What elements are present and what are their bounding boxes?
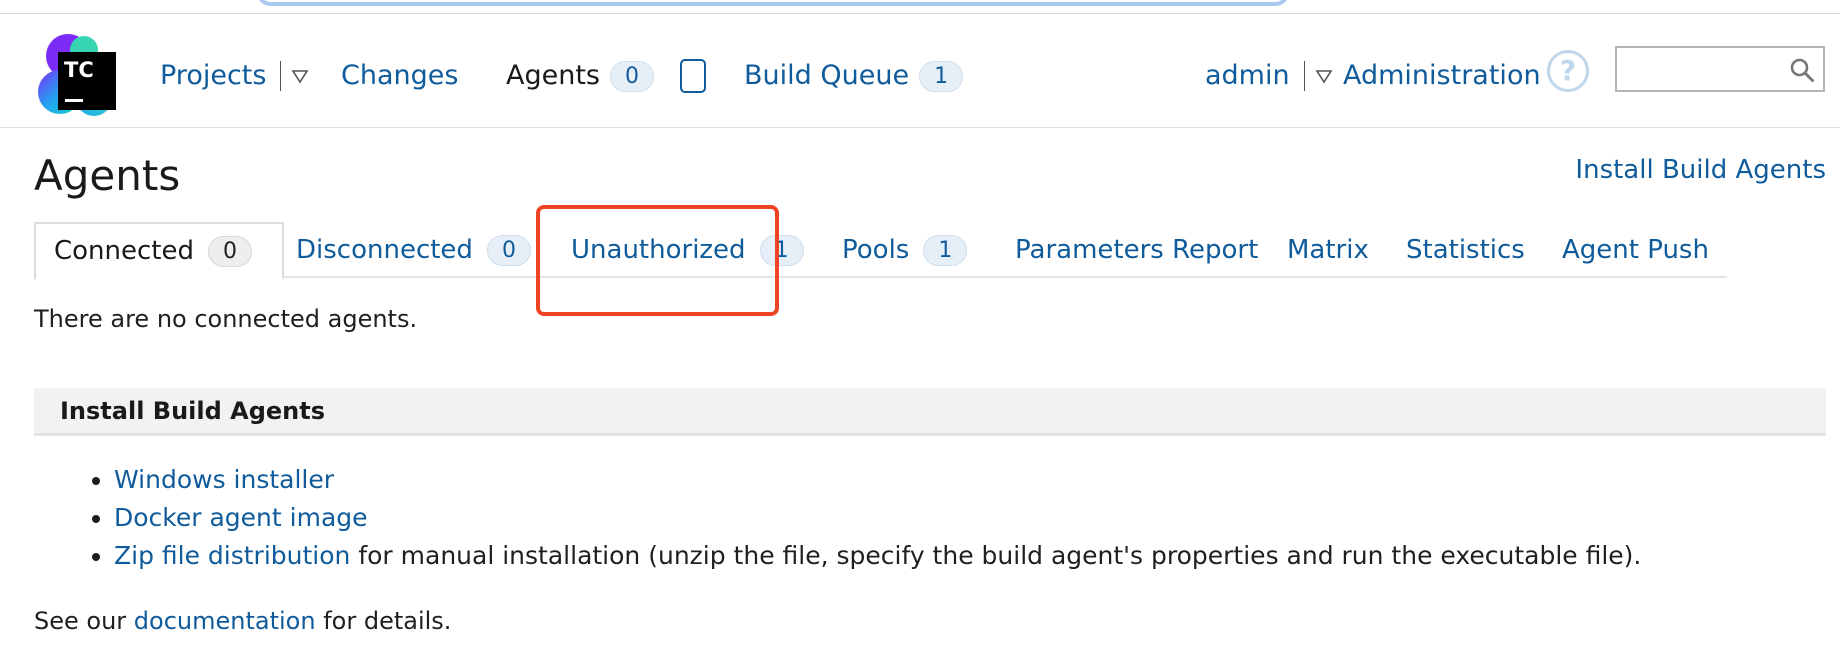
tab-connected[interactable]: Connected 0: [34, 222, 285, 280]
list-item-text: for manual installation (unzip the file,…: [350, 541, 1642, 570]
nav-agents[interactable]: Agents 0: [506, 54, 706, 98]
agents-count-badge: 0: [610, 60, 654, 92]
nav-separator: [1303, 61, 1305, 91]
nav-build-queue-label[interactable]: Build Queue: [744, 54, 909, 98]
top-strip: [0, 0, 1840, 14]
windows-installer-link[interactable]: Windows installer: [114, 465, 334, 494]
search-box[interactable]: [1615, 46, 1825, 92]
list-item: Docker agent image: [114, 499, 1641, 537]
tab-pools-count: 1: [923, 234, 968, 266]
page-title: Agents: [34, 151, 181, 200]
search-input[interactable]: [1623, 50, 1783, 90]
chevron-down-icon[interactable]: [1315, 67, 1333, 85]
tab-pools[interactable]: Pools 1: [842, 222, 968, 278]
search-icon[interactable]: [1789, 57, 1815, 83]
tab-statistics-label[interactable]: Statistics: [1406, 223, 1525, 277]
nav-projects[interactable]: Projects: [160, 54, 309, 98]
tab-agent-push[interactable]: Agent Push: [1562, 222, 1709, 278]
tab-matrix[interactable]: Matrix: [1287, 222, 1369, 278]
nav-agents-label[interactable]: Agents: [506, 54, 600, 98]
help-icon[interactable]: ?: [1547, 50, 1589, 92]
documentation-note: See our documentation for details.: [34, 604, 451, 638]
tab-pools-label[interactable]: Pools: [842, 223, 909, 277]
zip-file-distribution-link[interactable]: Zip file distribution: [114, 541, 350, 570]
install-build-agents-section: Install Build Agents: [34, 388, 1826, 436]
teamcity-logo-icon[interactable]: TC: [38, 30, 122, 124]
chevron-down-icon[interactable]: [291, 67, 309, 85]
svg-text:TC: TC: [64, 58, 94, 82]
install-build-agents-link[interactable]: Install Build Agents: [1575, 152, 1826, 188]
tab-unauthorized-label[interactable]: Unauthorized: [571, 223, 746, 277]
nav-changes-label[interactable]: Changes: [341, 54, 458, 98]
list-item: Zip file distribution for manual install…: [114, 537, 1641, 575]
documentation-link[interactable]: documentation: [134, 607, 316, 635]
footer-suffix: for details.: [315, 607, 452, 635]
tab-connected-label[interactable]: Connected: [54, 224, 194, 278]
nav-build-queue[interactable]: Build Queue 1: [744, 54, 964, 98]
tab-disconnected-count: 0: [486, 234, 531, 266]
tab-disconnected-label[interactable]: Disconnected: [296, 223, 473, 277]
user-menu[interactable]: admin: [1205, 54, 1333, 98]
address-outline: [256, 0, 1290, 6]
install-options-list: Windows installer Docker agent image Zip…: [34, 461, 1641, 575]
nav-administration[interactable]: Administration: [1343, 54, 1541, 98]
tab-agent-push-label[interactable]: Agent Push: [1562, 223, 1709, 277]
top-header: TC Projects Changes Agents 0 Build Queue…: [0, 14, 1840, 128]
agents-tabs: Connected 0 Disconnected 0 Unauthorized …: [34, 222, 1727, 280]
tab-connected-count: 0: [208, 235, 253, 267]
tab-parameters-report-label[interactable]: Parameters Report: [1015, 223, 1258, 277]
tab-parameters-report[interactable]: Parameters Report: [1015, 222, 1258, 278]
user-name[interactable]: admin: [1205, 54, 1290, 98]
build-queue-count-badge: 1: [919, 60, 964, 92]
no-agents-message: There are no connected agents.: [34, 305, 418, 333]
docker-agent-image-link[interactable]: Docker agent image: [114, 503, 368, 532]
nav-administration-label[interactable]: Administration: [1343, 54, 1541, 98]
nav-projects-label[interactable]: Projects: [160, 54, 266, 98]
tab-unauthorized-count: 1: [759, 234, 804, 266]
nav-changes[interactable]: Changes: [341, 54, 458, 98]
tab-unauthorized[interactable]: Unauthorized 1: [571, 222, 804, 278]
install-section-title: Install Build Agents: [60, 397, 326, 425]
tab-statistics[interactable]: Statistics: [1406, 222, 1525, 278]
tab-matrix-label[interactable]: Matrix: [1287, 223, 1369, 277]
list-item: Windows installer: [114, 461, 1641, 499]
tab-disconnected[interactable]: Disconnected 0: [296, 222, 531, 278]
rounded-square-icon[interactable]: [680, 59, 706, 93]
nav-separator: [280, 61, 282, 91]
footer-prefix: See our: [34, 607, 134, 635]
